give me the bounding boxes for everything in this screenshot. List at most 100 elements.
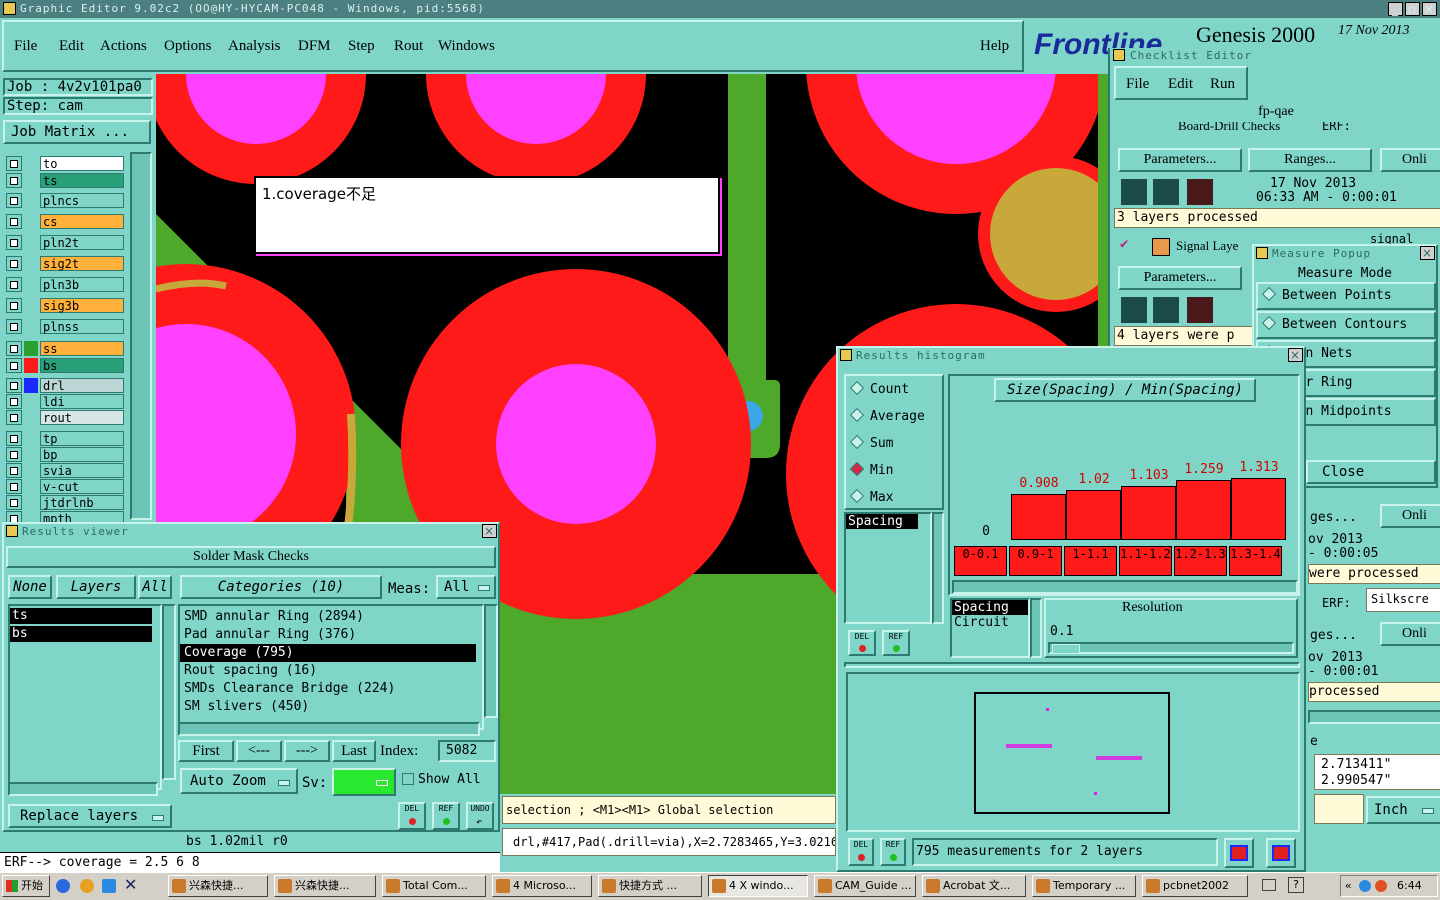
layer-name[interactable]: v-cut bbox=[40, 479, 124, 494]
layer-color-swatch[interactable] bbox=[24, 256, 38, 271]
categories-scrollbar[interactable] bbox=[484, 604, 498, 718]
selected-layer-item[interactable]: ts bbox=[10, 608, 152, 624]
quicklaunch-icon-2[interactable] bbox=[80, 879, 94, 893]
sv-color-dropdown[interactable] bbox=[332, 768, 396, 796]
layer-row[interactable]: cs bbox=[6, 214, 124, 229]
layer-row[interactable]: to bbox=[6, 156, 124, 171]
layer-color-swatch[interactable] bbox=[24, 431, 38, 446]
layer-checkbox[interactable] bbox=[6, 358, 22, 373]
layer-name[interactable]: pln3b bbox=[40, 277, 124, 292]
taskbar-button[interactable]: pcbnet2002 bbox=[1142, 875, 1248, 897]
layer-row[interactable]: bp bbox=[6, 447, 124, 462]
layer-name[interactable]: sig2t bbox=[40, 256, 124, 271]
layer-name[interactable]: rout bbox=[40, 410, 124, 425]
selected-layers-list[interactable]: ts bs bbox=[8, 604, 162, 790]
undo-button[interactable]: UNDO ↶ bbox=[466, 802, 494, 830]
ranges-button-1[interactable]: Ranges... bbox=[1248, 148, 1372, 172]
menu-edit[interactable]: Edit bbox=[59, 38, 84, 55]
layer-checkbox[interactable] bbox=[6, 394, 22, 409]
layer-name[interactable]: ts bbox=[40, 173, 124, 188]
resolution-circuit[interactable]: Circuit bbox=[952, 615, 1028, 630]
taskbar-button[interactable]: 4 Microso... bbox=[492, 875, 592, 897]
ref-button[interactable]: REF bbox=[432, 802, 460, 830]
layer-color-swatch[interactable] bbox=[24, 214, 38, 229]
layer-name[interactable]: plncs bbox=[40, 193, 124, 208]
online-button-3[interactable]: Onli bbox=[1380, 622, 1440, 646]
help-tray-icon[interactable]: ? bbox=[1288, 877, 1304, 893]
parameters-button-1[interactable]: Parameters... bbox=[1118, 148, 1242, 172]
layer-checkbox[interactable] bbox=[6, 256, 22, 271]
meas-dropdown[interactable]: All bbox=[436, 575, 496, 599]
inch-dropdown[interactable]: Inch bbox=[1366, 796, 1440, 824]
layer-checkbox[interactable] bbox=[6, 235, 22, 250]
layer-color-swatch[interactable] bbox=[24, 463, 38, 478]
zoom-icon-1[interactable] bbox=[1224, 838, 1254, 868]
ie-icon[interactable] bbox=[56, 879, 70, 893]
measure-popup-close-icon[interactable]: × bbox=[1420, 246, 1435, 260]
category-item[interactable]: SM slivers (450) bbox=[180, 698, 476, 716]
layer-checkbox[interactable] bbox=[6, 378, 22, 393]
layer-color-swatch[interactable] bbox=[24, 394, 38, 409]
autozoom-dropdown[interactable]: Auto Zoom bbox=[180, 768, 298, 794]
x-icon[interactable]: ✕ bbox=[124, 875, 137, 894]
category-item[interactable]: Rout spacing (16) bbox=[180, 662, 476, 680]
taskbar-button[interactable]: 4 X windo... bbox=[708, 875, 808, 897]
layer-checkbox[interactable] bbox=[6, 277, 22, 292]
layer-name[interactable]: cs bbox=[40, 214, 124, 229]
layer-color-swatch[interactable] bbox=[24, 341, 38, 356]
measure-close-button[interactable]: Close bbox=[1306, 460, 1436, 484]
layers-hscrollbar[interactable] bbox=[8, 782, 158, 796]
histogram-hscroll[interactable] bbox=[952, 580, 1298, 594]
layer-checkbox[interactable] bbox=[6, 463, 22, 478]
taskbar-button[interactable]: 兴森快捷... bbox=[168, 875, 268, 897]
checklist-menu-file[interactable]: File bbox=[1126, 76, 1149, 93]
layer-checkbox[interactable] bbox=[6, 341, 22, 356]
del-button[interactable]: DEL bbox=[398, 802, 426, 830]
layer-name[interactable]: sig3b bbox=[40, 298, 124, 313]
layer-row[interactable]: v-cut bbox=[6, 479, 124, 494]
menu-actions[interactable]: Actions bbox=[100, 38, 147, 55]
layer-checkbox[interactable] bbox=[6, 156, 22, 171]
layer-row[interactable]: plncs bbox=[6, 193, 124, 208]
menu-dfm[interactable]: DFM bbox=[298, 38, 331, 55]
categories-hscrollbar[interactable] bbox=[178, 722, 480, 736]
taskbar-button[interactable]: Temporary ... bbox=[1032, 875, 1136, 897]
layer-row[interactable]: tp bbox=[6, 431, 124, 446]
menu-options[interactable]: Options bbox=[164, 38, 212, 55]
layer-color-swatch[interactable] bbox=[24, 156, 38, 171]
run-icon-2[interactable] bbox=[1152, 178, 1180, 206]
run-icon-1[interactable] bbox=[1120, 178, 1148, 206]
selected-layer-item[interactable]: bs bbox=[10, 626, 152, 642]
layer-row[interactable]: ts bbox=[6, 173, 124, 188]
layer-name[interactable]: pln2t bbox=[40, 235, 124, 250]
parameters-button-2[interactable]: Parameters... bbox=[1118, 266, 1242, 290]
checklist-menu-run[interactable]: Run bbox=[1210, 76, 1235, 93]
layer-color-swatch[interactable] bbox=[24, 358, 38, 373]
checklist-hscroll[interactable] bbox=[1308, 710, 1440, 724]
layer-name[interactable]: plnss bbox=[40, 319, 124, 334]
none-button[interactable]: None bbox=[8, 575, 52, 599]
categories-button[interactable]: Categories (10) bbox=[180, 575, 382, 599]
menu-file[interactable]: File bbox=[14, 38, 37, 55]
run-icon-5[interactable] bbox=[1152, 296, 1180, 324]
minimize-icon[interactable]: _ bbox=[1388, 2, 1403, 16]
menu-rout[interactable]: Rout bbox=[394, 38, 423, 55]
next-button[interactable]: ---> bbox=[284, 740, 330, 762]
results-viewer-close-icon[interactable]: × bbox=[482, 524, 497, 538]
taskbar-button[interactable]: 快捷方式 ... bbox=[598, 875, 702, 897]
layer-row[interactable]: bs bbox=[6, 358, 124, 373]
first-button[interactable]: First bbox=[178, 740, 234, 762]
category-item[interactable]: SMD annular Ring (2894) bbox=[180, 608, 476, 626]
category-item[interactable]: Pad annular Ring (376) bbox=[180, 626, 476, 644]
layer-checkbox[interactable] bbox=[6, 319, 22, 334]
layer-checkbox[interactable] bbox=[6, 479, 22, 494]
layer-color-swatch[interactable] bbox=[24, 235, 38, 250]
layer-row[interactable]: jtdrlnb bbox=[6, 495, 124, 510]
replace-layers-dropdown[interactable]: Replace layers bbox=[8, 804, 172, 828]
tray-icon-3[interactable] bbox=[1375, 880, 1387, 892]
menu-analysis[interactable]: Analysis bbox=[228, 38, 281, 55]
layer-name[interactable]: bs bbox=[40, 358, 124, 373]
layer-name[interactable]: drl bbox=[40, 378, 124, 393]
layer-name[interactable]: jtdrlnb bbox=[40, 495, 124, 510]
menu-windows[interactable]: Windows bbox=[438, 38, 495, 55]
